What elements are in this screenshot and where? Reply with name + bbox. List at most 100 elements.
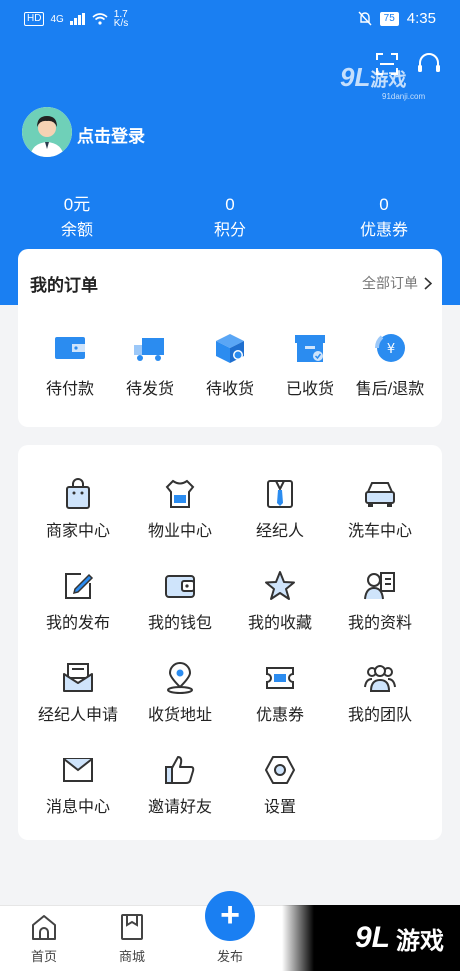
bookmark-icon xyxy=(121,914,143,940)
menu-my-profile[interactable]: 我的资料 xyxy=(330,569,430,633)
corner-watermark-logo: 9L xyxy=(354,921,390,954)
refund-icon: ¥ xyxy=(375,334,405,362)
envelope-icon xyxy=(63,758,93,782)
stat-value: 0 xyxy=(379,195,389,214)
menu-label: 我的资料 xyxy=(347,615,412,632)
order-label: 待付款 xyxy=(45,381,94,398)
menu-merchant-center[interactable]: 商家中心 xyxy=(28,477,128,541)
network-speed-unit: K/s xyxy=(113,18,129,29)
avatar[interactable] xyxy=(22,107,72,157)
car-icon xyxy=(365,482,395,507)
stat-coupons[interactable]: 0 优惠券 xyxy=(324,194,444,242)
stat-label: 优惠券 xyxy=(359,222,408,239)
order-received[interactable]: 已收货 xyxy=(268,331,352,399)
team-icon xyxy=(364,665,396,692)
login-link[interactable]: 点击登录 xyxy=(77,122,145,147)
menu-label: 邀请好友 xyxy=(147,799,212,816)
menu-coupons[interactable]: 优惠券 xyxy=(230,661,330,725)
menu-label: 经纪人 xyxy=(255,523,304,540)
coupon-icon xyxy=(266,667,294,689)
menu-property-center[interactable]: 物业中心 xyxy=(130,477,230,541)
menu-label: 洗车中心 xyxy=(347,523,412,540)
menu-settings[interactable]: 设置 xyxy=(230,753,330,817)
hd-badge: HD xyxy=(24,12,45,26)
user-avatar-icon xyxy=(22,107,72,157)
location-icon xyxy=(167,662,193,694)
wallet-icon xyxy=(55,337,85,359)
menu-label: 我的钱包 xyxy=(147,615,212,632)
battery-level: 75 xyxy=(379,11,399,26)
star-icon xyxy=(265,571,295,600)
orders-title: 我的订单 xyxy=(30,276,98,295)
order-label: 售后/退款 xyxy=(355,381,425,398)
order-label: 待发货 xyxy=(125,381,174,398)
all-orders-link[interactable]: 全部订单 xyxy=(362,273,432,293)
corner-watermark: 9L 游戏 xyxy=(282,905,460,971)
mute-bell-icon xyxy=(358,11,372,26)
stat-value: 0元 xyxy=(63,195,91,214)
tab-mall[interactable]: 商城 xyxy=(102,912,162,965)
truck-icon xyxy=(134,338,164,361)
shopping-bag-icon xyxy=(66,478,90,509)
menu-label: 设置 xyxy=(263,799,296,816)
tab-home[interactable]: 首页 xyxy=(14,912,74,965)
menu-label: 经纪人申请 xyxy=(37,707,118,724)
stat-label: 积分 xyxy=(213,222,246,239)
menu-agent[interactable]: 经纪人 xyxy=(230,477,330,541)
clock: 4:35 xyxy=(406,10,436,27)
menu-label: 我的发布 xyxy=(45,615,110,632)
signal-icon xyxy=(69,13,85,25)
network-label: 4G xyxy=(50,13,64,25)
stat-label: 余额 xyxy=(60,222,93,239)
menu-label: 我的收藏 xyxy=(247,615,312,632)
menu-shipping-address[interactable]: 收货地址 xyxy=(130,661,230,725)
tab-label: 首页 xyxy=(30,949,57,964)
status-bar: HD 4G 1.7 K/s 75 4:35 xyxy=(0,0,460,36)
menu-my-team[interactable]: 我的团队 xyxy=(330,661,430,725)
menu-label: 收货地址 xyxy=(147,707,212,724)
menu-label: 商家中心 xyxy=(45,523,110,540)
menu-label: 我的团队 xyxy=(347,707,412,724)
menu-invite-friends[interactable]: 邀请好友 xyxy=(130,753,230,817)
watermark-logo: 9L xyxy=(340,62,371,92)
scan-icon[interactable] xyxy=(375,52,399,76)
menu-label: 优惠券 xyxy=(255,707,304,724)
mail-apply-icon xyxy=(63,663,93,692)
menu-label: 消息中心 xyxy=(45,799,110,816)
all-orders-label: 全部订单 xyxy=(362,275,418,291)
chevron-right-icon xyxy=(424,276,432,290)
order-refund[interactable]: ¥ 售后/退款 xyxy=(348,331,432,399)
settings-icon xyxy=(265,756,295,784)
services-card: 商家中心 物业中心 经纪人 洗车中心 我的发布 我的钱包 我的收藏 我的资料 经… xyxy=(18,445,442,840)
menu-my-wallet[interactable]: 我的钱包 xyxy=(130,569,230,633)
tab-label: 商城 xyxy=(118,949,145,964)
received-box-icon xyxy=(295,335,325,362)
order-label: 待收货 xyxy=(205,381,254,398)
publish-button[interactable]: + xyxy=(205,891,255,941)
svg-text:¥: ¥ xyxy=(387,342,395,357)
menu-agent-apply[interactable]: 经纪人申请 xyxy=(28,661,128,725)
stat-points[interactable]: 0 积分 xyxy=(170,194,290,242)
edit-icon xyxy=(65,573,94,599)
publish-label: 发布 xyxy=(216,949,243,964)
menu-car-wash[interactable]: 洗车中心 xyxy=(330,477,430,541)
order-pending-receipt[interactable]: 待收货 xyxy=(188,331,272,399)
order-pending-payment[interactable]: 待付款 xyxy=(28,331,112,399)
wallet-icon xyxy=(165,575,195,598)
agent-icon xyxy=(267,480,293,508)
customer-service-icon[interactable] xyxy=(416,52,442,76)
stat-value: 0 xyxy=(225,195,235,214)
order-pending-shipment[interactable]: 待发货 xyxy=(108,331,192,399)
menu-label: 物业中心 xyxy=(147,523,212,540)
home-icon xyxy=(32,915,56,940)
stat-balance[interactable]: 0元 余额 xyxy=(17,194,137,242)
uniform-icon xyxy=(165,479,195,508)
wifi-icon xyxy=(92,13,108,25)
corner-watermark-text: 游戏 xyxy=(396,927,444,955)
menu-message-center[interactable]: 消息中心 xyxy=(28,753,128,817)
order-label: 已收货 xyxy=(285,381,334,398)
menu-my-favorites[interactable]: 我的收藏 xyxy=(230,569,330,633)
menu-my-posts[interactable]: 我的发布 xyxy=(28,569,128,633)
profile-card-icon xyxy=(364,572,395,600)
thumbs-up-icon xyxy=(165,756,195,784)
